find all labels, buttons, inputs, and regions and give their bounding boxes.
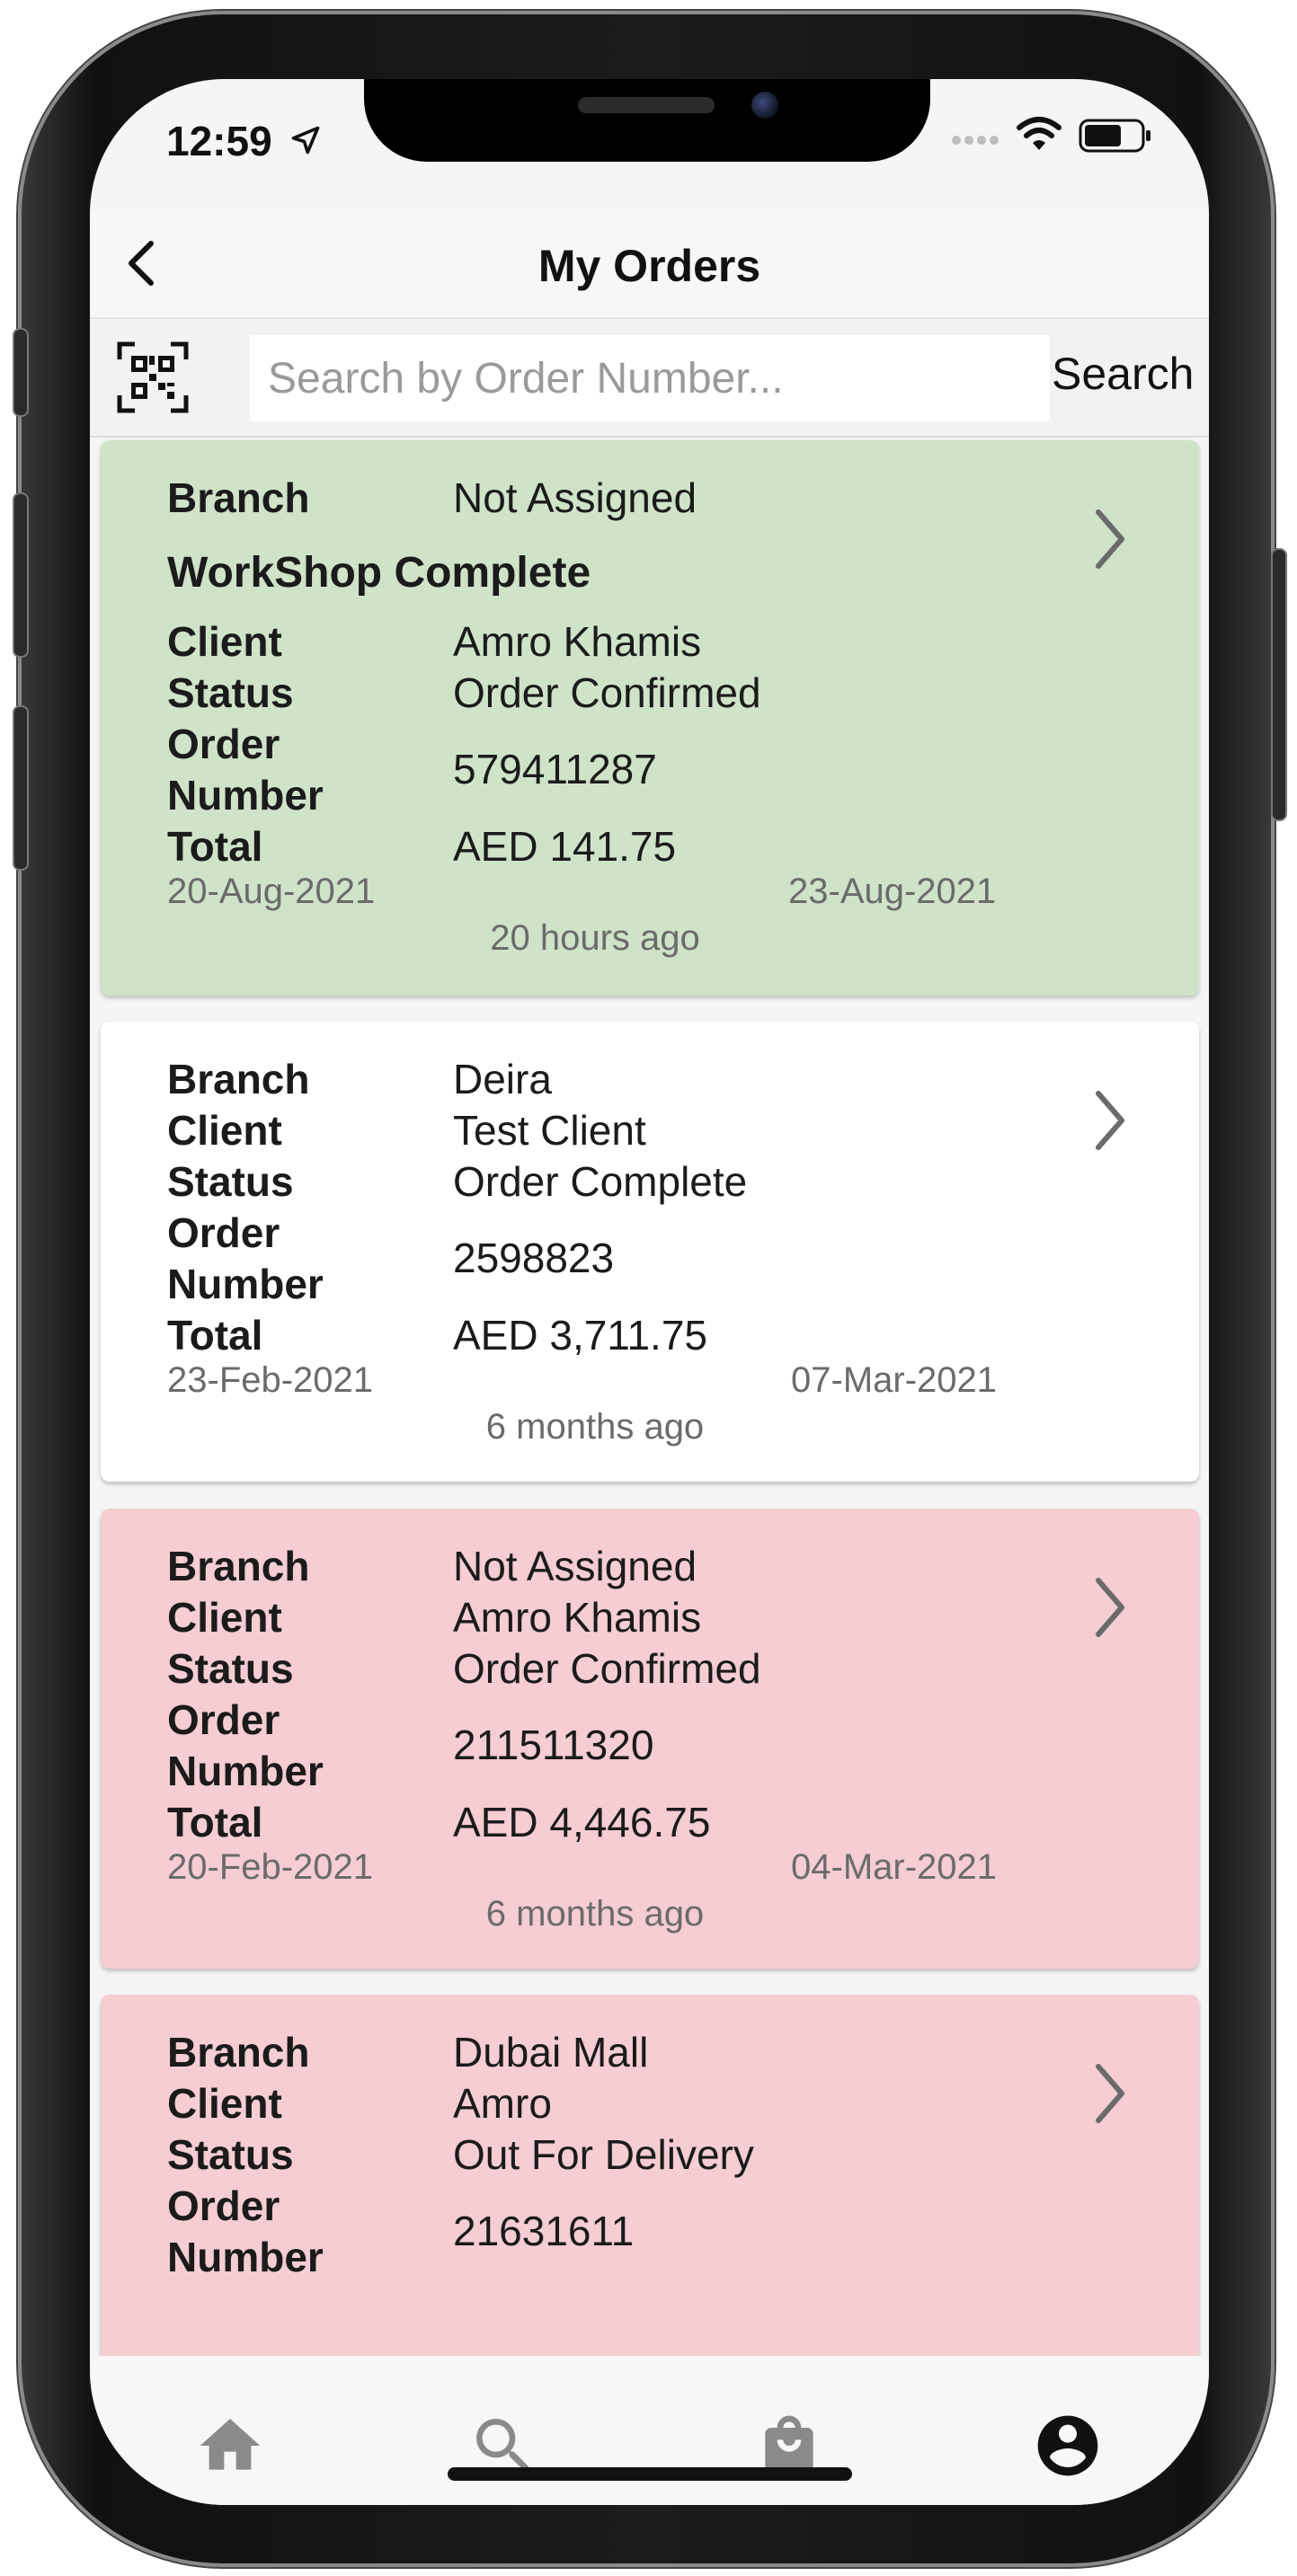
front-camera <box>751 92 778 119</box>
relative-time: 20 hours ago <box>490 918 700 958</box>
search-button[interactable]: Search <box>1052 348 1194 400</box>
order-end-date: 23-Aug-2021 <box>788 872 997 911</box>
qr-scan-icon[interactable] <box>117 341 189 413</box>
branch-value: Not Assigned <box>453 1543 697 1589</box>
bottom-navigation <box>90 2356 1209 2505</box>
status-label: Status <box>167 669 294 716</box>
speaker <box>578 97 715 113</box>
order-number-label-line2: Number <box>167 772 324 819</box>
order-number-label-line2: Number <box>167 2234 324 2280</box>
client-value: Amro Khamis <box>453 1594 702 1641</box>
branch-label: Branch <box>167 1056 310 1102</box>
status-time: 12:59 <box>166 118 272 164</box>
order-number-label-line1: Order <box>167 2182 280 2229</box>
status-value: Order Confirmed <box>453 669 761 716</box>
order-number-value: 579411287 <box>453 746 657 792</box>
relative-time: 6 months ago <box>485 1894 705 1934</box>
wifi-icon <box>1017 117 1062 150</box>
client-value: Amro Khamis <box>453 618 702 665</box>
notch <box>364 79 930 162</box>
total-label: Total <box>167 1799 263 1846</box>
client-value: Amro <box>453 2080 552 2127</box>
branch-label: Branch <box>167 2029 310 2076</box>
branch-value: Deira <box>453 1056 552 1102</box>
client-label: Client <box>167 618 282 665</box>
total-label: Total <box>167 823 263 870</box>
total-label: Total <box>167 1312 263 1359</box>
client-value: Test Client <box>453 1107 646 1154</box>
branch-value: Dubai Mall <box>453 2029 649 2076</box>
status-value: Order Confirmed <box>453 1645 761 1692</box>
order-card[interactable]: Branch Not Assigned WorkShop Complete Cl… <box>101 440 1199 996</box>
chevron-right-icon[interactable] <box>1088 2058 1133 2129</box>
total-value: AED 3,711.75 <box>453 1312 708 1359</box>
order-card[interactable]: Branch Deira Client Test Client Status O… <box>101 1022 1199 1482</box>
phone-screen: 12:59 My Orders Search by Order Number..… <box>90 79 1209 2505</box>
chevron-right-icon[interactable] <box>1088 503 1133 575</box>
order-start-date: 20-Feb-2021 <box>167 1847 374 1887</box>
order-number-label-line1: Order <box>167 721 280 767</box>
order-number-value: 211511320 <box>453 1722 654 1768</box>
client-label: Client <box>167 1594 282 1641</box>
battery-icon <box>1079 119 1150 153</box>
order-start-date: 23-Feb-2021 <box>167 1360 374 1400</box>
account-icon[interactable] <box>1032 2410 1104 2482</box>
order-number-label-line1: Order <box>167 1209 280 1256</box>
volume-down-button <box>13 705 29 871</box>
order-number-value: 21631611 <box>453 2208 635 2254</box>
search-input[interactable] <box>250 335 1050 421</box>
branch-label: Branch <box>167 1543 310 1589</box>
power-button <box>1271 548 1287 821</box>
order-end-date: 04-Mar-2021 <box>791 1847 998 1887</box>
page-title: My Orders <box>537 241 761 291</box>
status-value: Out For Delivery <box>453 2131 754 2178</box>
location-arrow-icon <box>291 126 320 155</box>
order-start-date: 20-Aug-2021 <box>167 872 376 911</box>
branch-value: Not Assigned <box>453 474 697 521</box>
order-number-label-line2: Number <box>167 1748 324 1794</box>
order-end-date: 07-Mar-2021 <box>791 1360 998 1400</box>
branch-label: Branch <box>167 474 310 521</box>
order-number-label-line2: Number <box>167 1261 324 1307</box>
chevron-right-icon[interactable] <box>1088 1084 1133 1156</box>
cellular-signal-icon <box>952 136 999 145</box>
client-label: Client <box>167 2080 282 2127</box>
total-value: AED 141.75 <box>453 823 677 870</box>
chevron-right-icon[interactable] <box>1088 1571 1133 1643</box>
relative-time: 6 months ago <box>485 1407 705 1447</box>
client-label: Client <box>167 1107 282 1154</box>
order-card[interactable]: Branch Dubai Mall Client Amro Status Out… <box>101 1995 1199 2356</box>
status-value: Order Complete <box>453 1158 748 1205</box>
status-label: Status <box>167 2131 294 2178</box>
home-icon[interactable] <box>194 2410 266 2482</box>
status-label: Status <box>167 1645 294 1692</box>
status-label: Status <box>167 1158 294 1205</box>
home-indicator <box>448 2467 852 2481</box>
total-value: AED 4,446.75 <box>453 1799 711 1846</box>
orders-list[interactable]: Branch Not Assigned WorkShop Complete Cl… <box>90 438 1209 2356</box>
mute-switch <box>13 328 29 417</box>
order-number-value: 2598823 <box>453 1235 615 1281</box>
order-card[interactable]: Branch Not Assigned Client Amro Khamis S… <box>101 1509 1199 1969</box>
search-bar: Search <box>90 319 1209 438</box>
order-number-label-line1: Order <box>167 1696 280 1743</box>
app-bar: My Orders <box>90 209 1209 319</box>
volume-up-button <box>13 492 29 658</box>
workshop-status: WorkShop Complete <box>167 549 591 597</box>
